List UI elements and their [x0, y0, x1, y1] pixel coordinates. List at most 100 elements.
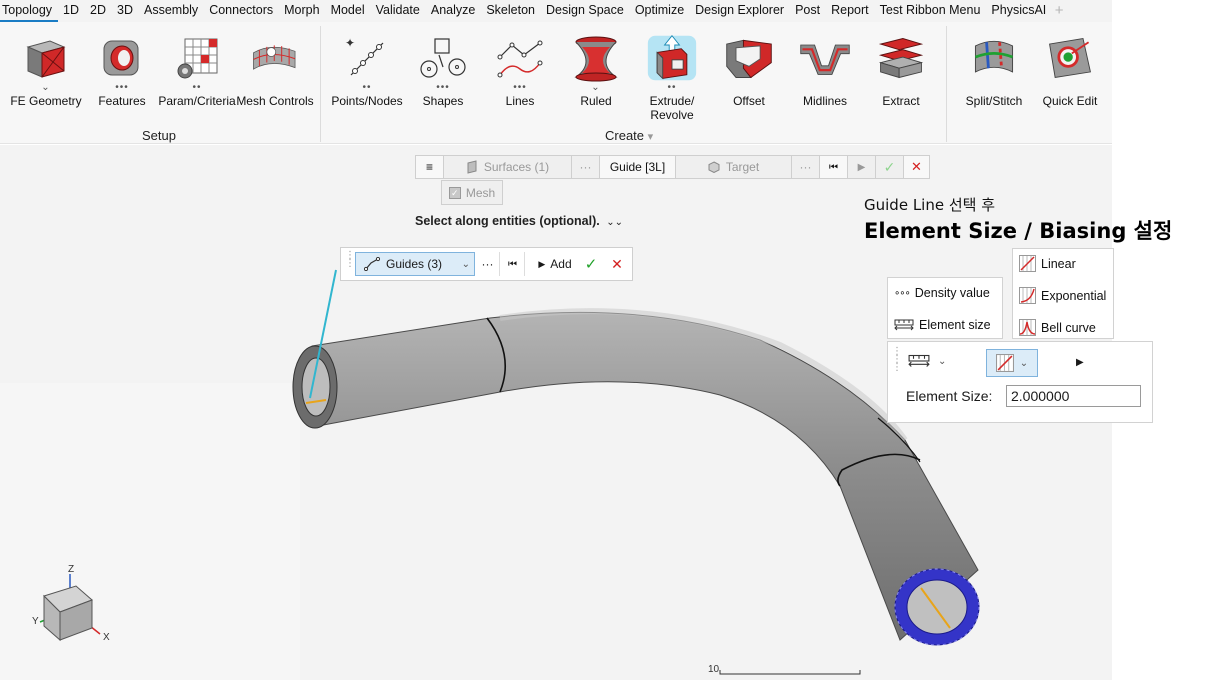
- density-options-panel: ∘∘∘ Density value Element size: [887, 277, 1003, 339]
- menu-assembly[interactable]: Assembly: [139, 0, 204, 22]
- pipe-body[interactable]: [311, 308, 979, 641]
- density-type-dropdown[interactable]: ⌄: [908, 354, 946, 368]
- guide-line-icon: [364, 257, 380, 271]
- menu-post[interactable]: Post: [790, 0, 826, 22]
- menu-connectors[interactable]: Connectors: [204, 0, 279, 22]
- chevron-down-icon: ⌄: [1019, 357, 1029, 369]
- chevron-down-icon[interactable]: ⌄: [462, 259, 470, 270]
- view-triad[interactable]: Z Y X: [32, 564, 110, 643]
- ribbon: ⌄ FE Geometry ••• Features •• Param/Crit: [0, 22, 1112, 144]
- menu-design-space[interactable]: Design Space: [541, 0, 630, 22]
- menu-2d[interactable]: 2D: [85, 0, 112, 22]
- bias-bell-curve-option[interactable]: Bell curve: [1019, 319, 1096, 336]
- surfaces-more-button[interactable]: ···: [572, 156, 600, 178]
- linear-bias-icon: [995, 354, 1014, 372]
- drag-handle-icon[interactable]: ⋮ ⋮: [345, 251, 355, 269]
- add-ribbon-icon[interactable]: +: [1052, 0, 1069, 22]
- annotation-line1: Guide Line 선택 후: [864, 196, 996, 214]
- setup-group-label: Setup: [142, 128, 176, 143]
- accept-button[interactable]: ✓: [876, 156, 904, 178]
- quick-edit-button[interactable]: Quick Edit: [1036, 32, 1104, 108]
- play-button[interactable]: ▶: [848, 156, 876, 178]
- extrude-revolve-icon: [646, 32, 698, 84]
- bias-linear-option[interactable]: Linear: [1019, 255, 1076, 272]
- midlines-button[interactable]: Midlines: [794, 32, 856, 108]
- bell-curve-bias-icon: [1019, 319, 1036, 336]
- pipe-left-end[interactable]: [292, 345, 338, 429]
- menu-analyze[interactable]: Analyze: [425, 0, 480, 22]
- target-selector[interactable]: Target: [676, 156, 792, 178]
- guides-first-button[interactable]: ⏮: [501, 252, 525, 276]
- scale-bar: [719, 670, 861, 675]
- cancel-button[interactable]: ✕: [904, 156, 929, 178]
- play-icon[interactable]: ▶: [1076, 357, 1084, 368]
- add-button[interactable]: ▶ Add: [535, 252, 575, 276]
- expand-hint-icon[interactable]: ⌄⌄: [606, 217, 623, 228]
- points-nodes-button[interactable]: ✦ •• Points/Nodes: [328, 32, 406, 108]
- points-nodes-icon: ✦: [341, 32, 393, 84]
- param-criteria-button[interactable]: •• Param/Criteria: [158, 32, 236, 108]
- pipe-right-end-mesh[interactable]: [894, 568, 980, 646]
- exponential-bias-icon: [1019, 287, 1036, 304]
- guides-selector[interactable]: Guides (3) ⌄: [355, 252, 475, 276]
- menu-morph[interactable]: Morph: [279, 0, 325, 22]
- mesh-controls-icon: [249, 32, 301, 84]
- menu-test-ribbon[interactable]: Test Ribbon Menu: [874, 0, 986, 22]
- split-stitch-button[interactable]: Split/Stitch: [958, 32, 1030, 108]
- menu-design-explorer[interactable]: Design Explorer: [690, 0, 790, 22]
- lines-button[interactable]: ••• Lines: [490, 32, 550, 108]
- guide-selector[interactable]: Guide [3L]: [600, 156, 676, 178]
- guides-cancel-button[interactable]: ✕: [607, 252, 627, 276]
- triad-y-label: Y: [32, 616, 39, 627]
- mesh-tab[interactable]: ✓ Mesh: [441, 180, 503, 205]
- menu-skeleton[interactable]: Skeleton: [481, 0, 541, 22]
- annotation-line2: Element Size / Biasing 설정: [864, 219, 1173, 243]
- menu-physicsai[interactable]: PhysicsAI: [986, 0, 1052, 22]
- drag-handle-icon[interactable]: ⋮ ⋮ ⋮: [892, 347, 902, 373]
- select-hint: Select along entities (optional). ⌄⌄: [415, 214, 623, 228]
- scale-label: 10: [708, 664, 720, 675]
- fe-geometry-button[interactable]: ⌄ FE Geometry: [8, 32, 84, 108]
- density-value-option[interactable]: ∘∘∘ Density value: [894, 286, 990, 300]
- play-icon: ▶: [538, 258, 546, 269]
- mesh-controls-button[interactable]: Mesh Controls: [236, 32, 314, 108]
- offset-icon: [723, 32, 775, 84]
- fe-geometry-icon: [20, 32, 72, 84]
- element-size-panel: ⋮ ⋮ ⋮ ⌄ ⌄ ▶ Element Size: 2.000000: [887, 341, 1153, 423]
- create-group-label[interactable]: Create ▾: [605, 128, 653, 143]
- guides-accept-button[interactable]: ✓: [581, 252, 601, 276]
- mesh-checkbox[interactable]: ✓: [448, 186, 461, 199]
- menu-3d[interactable]: 3D: [112, 0, 139, 22]
- menu-icon[interactable]: ≡: [416, 156, 444, 178]
- features-button[interactable]: ••• Features: [92, 32, 152, 108]
- bias-exponential-option[interactable]: Exponential: [1019, 287, 1106, 304]
- create-expand-icon[interactable]: ▾: [648, 131, 654, 143]
- shapes-button[interactable]: ••• Shapes: [412, 32, 474, 108]
- extrude-revolve-button[interactable]: •• Extrude/ Revolve: [640, 32, 704, 122]
- bias-type-dropdown[interactable]: ⌄: [986, 349, 1038, 377]
- ribbon-separator: [320, 26, 321, 142]
- element-size-option[interactable]: Element size: [894, 318, 991, 332]
- cube-icon: [708, 161, 720, 173]
- menu-optimize[interactable]: Optimize: [629, 0, 689, 22]
- menu-report[interactable]: Report: [826, 0, 875, 22]
- biasing-options-panel: Linear Exponential Bell curve: [1012, 248, 1114, 339]
- features-icon: [96, 32, 148, 84]
- element-size-input[interactable]: 2.000000: [1006, 385, 1141, 407]
- first-step-button[interactable]: ⏮: [820, 156, 848, 178]
- menu-bar: Topology 1D 2D 3D Assembly Connectors Mo…: [0, 0, 1112, 22]
- menu-1d[interactable]: 1D: [58, 0, 85, 22]
- menu-validate[interactable]: Validate: [370, 0, 425, 22]
- ruler-icon: [908, 354, 930, 367]
- ruler-icon: [894, 319, 914, 331]
- triad-x-label: X: [103, 632, 110, 643]
- menu-topology[interactable]: Topology: [0, 0, 58, 22]
- target-more-button[interactable]: ···: [792, 156, 820, 178]
- guides-more-button[interactable]: ···: [476, 252, 500, 276]
- offset-button[interactable]: Offset: [718, 32, 780, 108]
- extract-icon: [875, 32, 927, 84]
- surfaces-selector[interactable]: Surfaces (1): [444, 156, 572, 178]
- menu-model[interactable]: Model: [325, 0, 370, 22]
- ruled-button[interactable]: ⌄ Ruled: [566, 32, 626, 108]
- extract-button[interactable]: Extract: [870, 32, 932, 108]
